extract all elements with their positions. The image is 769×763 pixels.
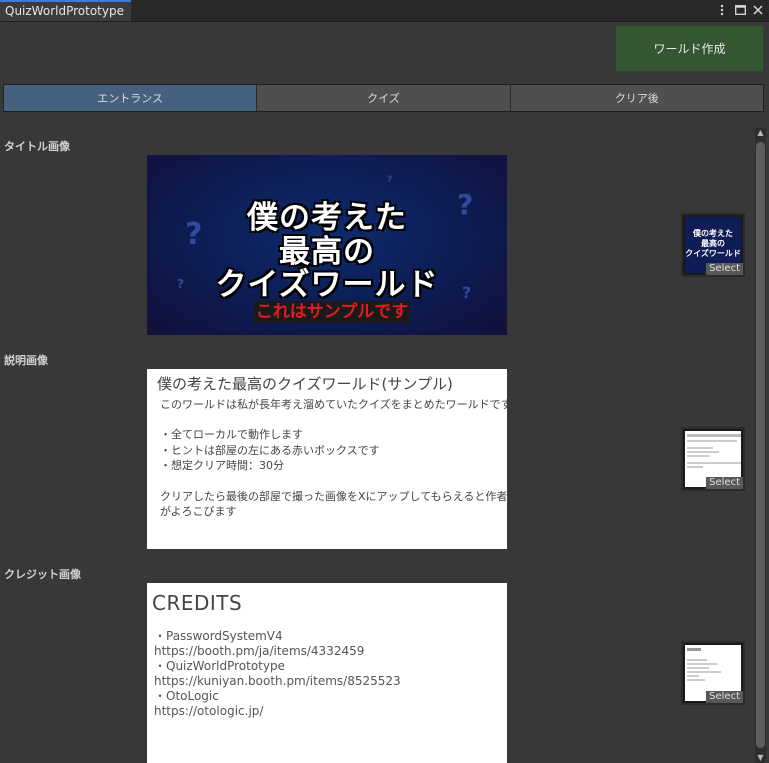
description-line: このワールドは私が長年考え溜めていたクイズをまとめたワールドです — [160, 398, 507, 411]
tab-bar: エントランス クイズ クリア後 — [3, 84, 764, 112]
close-icon[interactable] — [752, 3, 764, 17]
thumb-title-line-1: 僕の考えた — [693, 229, 733, 238]
description-line: ・想定クリア時間：30分 — [160, 459, 284, 472]
title-image-preview: ? ? ? ? ? 僕の考えた 最高の クイズワールド これはサンプルです — [147, 155, 507, 335]
credit-image-select-button[interactable]: Select — [706, 691, 743, 703]
scrollbar-thumb[interactable] — [756, 142, 765, 748]
credit-image-thumbnail[interactable]: Select — [681, 641, 745, 705]
tab-quiz[interactable]: クイズ — [257, 85, 511, 111]
description-image-select-button[interactable]: Select — [706, 477, 743, 489]
description-heading: 僕の考えた最高のクイズワールド(サンプル) — [157, 375, 453, 393]
description-line: がよろこびます — [160, 505, 237, 518]
credit-line: https://booth.pm/ja/items/4332459 — [154, 644, 365, 658]
credit-line: https://kuniyan.booth.pm/items/8525523 — [154, 674, 401, 688]
title-line-1: 僕の考えた — [247, 200, 407, 236]
window-controls — [716, 3, 764, 17]
credit-line: https://otologic.jp/ — [154, 704, 264, 718]
credit-image-label: クレジット画像 — [4, 568, 81, 581]
title-image-label: タイトル画像 — [4, 140, 70, 153]
credit-line: ・PasswordSystemV4 — [154, 629, 283, 643]
description-image-preview: 僕の考えた最高のクイズワールド(サンプル) このワールドは私が長年考え溜めていた… — [147, 369, 507, 549]
scroll-up-arrow-icon[interactable]: ▲ — [755, 128, 766, 138]
window-titlebar: QuizWorldPrototype — [0, 0, 769, 22]
thumb-title-line-3: クイズワールド — [685, 249, 741, 258]
tab-after-clear[interactable]: クリア後 — [510, 85, 763, 111]
description-line: ・全てローカルで動作します — [160, 428, 303, 441]
title-image-thumbnail[interactable]: 僕の考えた 最高の クイズワールド Select — [681, 213, 745, 277]
sample-banner: これはサンプルです — [254, 301, 410, 323]
description-image-label: 説明画像 — [4, 354, 48, 367]
credit-image-preview: CREDITS ・PasswordSystemV4 https://booth.… — [147, 583, 507, 763]
description-line: クリアしたら最後の部屋で撮った画像をXにアップしてもらえると作者 — [160, 490, 507, 503]
title-line-3: クイズワールド — [215, 267, 439, 303]
scroll-down-arrow-icon[interactable]: ▼ — [755, 753, 766, 763]
question-mark-decoration: ? — [387, 175, 393, 185]
tab-entrance[interactable]: エントランス — [4, 85, 258, 111]
credit-line: ・OtoLogic — [154, 689, 219, 703]
description-image-thumbnail[interactable]: Select — [681, 427, 745, 491]
vertical-scrollbar[interactable]: ▲ ▼ — [755, 128, 766, 763]
window-tab[interactable]: QuizWorldPrototype — [0, 0, 131, 21]
build-world-button[interactable]: ワールド作成 — [615, 25, 764, 72]
credit-line: ・QuizWorldPrototype — [154, 659, 285, 673]
title-image-select-button[interactable]: Select — [706, 263, 743, 275]
maximize-icon[interactable] — [734, 3, 746, 17]
title-line-2: 最高の — [279, 234, 375, 270]
thumb-title-line-2: 最高の — [701, 239, 725, 248]
description-line: ・ヒントは部屋の左にある赤いボックスです — [160, 444, 380, 457]
credits-heading: CREDITS — [152, 591, 243, 615]
more-icon[interactable] — [716, 3, 728, 17]
